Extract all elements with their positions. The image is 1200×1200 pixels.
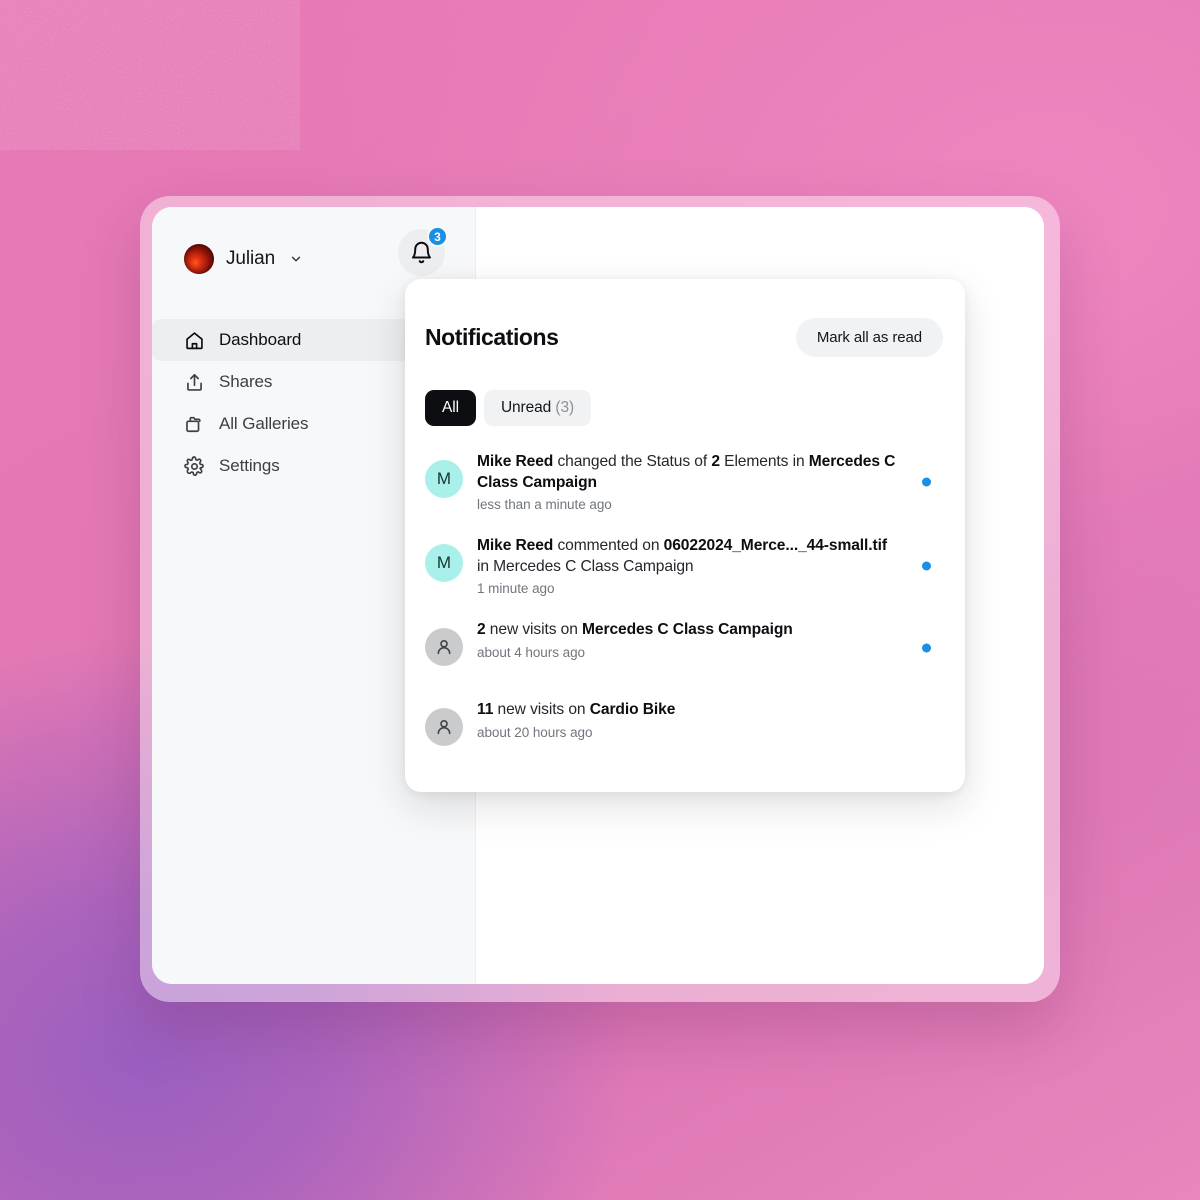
- notification-timestamp: about 4 hours ago: [477, 645, 899, 660]
- avatar: [184, 244, 214, 274]
- tab-all-label: All: [442, 399, 459, 416]
- notification-text-segment: new visits on: [493, 701, 589, 718]
- chevron-down-icon: [289, 252, 303, 266]
- notification-text: Mike Reed commented on 06022024_Merce...…: [477, 536, 899, 577]
- notification-body: Mike Reed changed the Status of 2 Elemen…: [477, 452, 945, 512]
- tab-unread-count: (3): [555, 399, 574, 416]
- person-icon: [434, 717, 454, 737]
- notification-text-segment: 11: [477, 701, 493, 718]
- notification-text-segment: Cardio Bike: [590, 701, 676, 718]
- notification-text-segment: changed the Status of: [553, 453, 711, 470]
- notification-filter-tabs: All Unread (3): [405, 370, 965, 426]
- notification-text: Mike Reed changed the Status of 2 Elemen…: [477, 452, 899, 493]
- notification-text-segment: 2: [711, 453, 720, 470]
- notification-text-segment: Elements in: [720, 453, 809, 470]
- unread-indicator-dot: [922, 478, 931, 487]
- unread-indicator-dot: [922, 562, 931, 571]
- notifications-bell-button[interactable]: 3: [398, 229, 445, 276]
- gear-icon: [184, 456, 205, 477]
- notification-timestamp: 1 minute ago: [477, 581, 899, 596]
- notifications-header: Notifications Mark all as read: [405, 305, 965, 370]
- tab-unread[interactable]: Unread (3): [484, 390, 591, 426]
- share-upload-icon: [184, 372, 205, 393]
- notification-list: M Mike Reed changed the Status of 2 Eleme…: [405, 426, 965, 768]
- notification-item[interactable]: M Mike Reed changed the Status of 2 Eleme…: [405, 440, 965, 524]
- notification-item[interactable]: 2 new visits on Mercedes C Class Campaig…: [405, 608, 965, 688]
- user-name: Julian: [226, 248, 275, 270]
- notification-body: 11 new visits on Cardio Bike about 20 hou…: [477, 700, 945, 740]
- notification-text: 11 new visits on Cardio Bike: [477, 700, 899, 721]
- sidebar-item-label: Dashboard: [219, 330, 301, 350]
- notification-text-segment: in Mercedes C Class Campaign: [477, 558, 693, 575]
- notification-item[interactable]: M Mike Reed commented on 06022024_Merce..…: [405, 524, 965, 608]
- notification-text-segment: Mike Reed: [477, 453, 553, 470]
- home-icon: [184, 330, 205, 351]
- notifications-panel: Notifications Mark all as read All Unrea…: [405, 279, 965, 792]
- tab-all[interactable]: All: [425, 390, 476, 426]
- notification-text-segment: 06022024_Merce..._44-small.tif: [664, 537, 887, 554]
- notification-text: 2 new visits on Mercedes C Class Campaig…: [477, 620, 899, 641]
- notification-text-segment: 2: [477, 621, 486, 638]
- notification-timestamp: less than a minute ago: [477, 497, 899, 512]
- notification-timestamp: about 20 hours ago: [477, 725, 899, 740]
- notification-body: 2 new visits on Mercedes C Class Campaig…: [477, 620, 945, 660]
- notification-text-segment: new visits on: [486, 621, 582, 638]
- notification-body: Mike Reed commented on 06022024_Merce...…: [477, 536, 945, 596]
- main-content: 3 Notifications Mark all as read All Unr…: [476, 207, 1044, 984]
- app-window: Julian Dashboard Shares: [152, 207, 1044, 984]
- notification-item[interactable]: 11 new visits on Cardio Bike about 20 hou…: [405, 688, 965, 768]
- avatar-initial: M: [437, 469, 451, 489]
- avatar: M: [425, 544, 463, 582]
- sidebar-item-label: All Galleries: [219, 414, 308, 434]
- notification-count-badge: 3: [427, 226, 448, 247]
- avatar: M: [425, 460, 463, 498]
- galleries-folders-icon: [184, 414, 205, 435]
- notification-text-segment: Mercedes C Class Campaign: [582, 621, 793, 638]
- unread-indicator-dot: [922, 644, 931, 653]
- avatar: [425, 628, 463, 666]
- page-title: Notifications: [425, 324, 558, 351]
- tab-unread-label: Unread: [501, 399, 551, 416]
- sidebar-item-label: Settings: [219, 456, 280, 476]
- notification-text-segment: commented on: [553, 537, 663, 554]
- sidebar-item-label: Shares: [219, 372, 272, 392]
- notification-text-segment: Mike Reed: [477, 537, 553, 554]
- person-icon: [434, 637, 454, 657]
- mark-all-as-read-button[interactable]: Mark all as read: [796, 318, 943, 357]
- avatar: [425, 708, 463, 746]
- avatar-initial: M: [437, 553, 451, 573]
